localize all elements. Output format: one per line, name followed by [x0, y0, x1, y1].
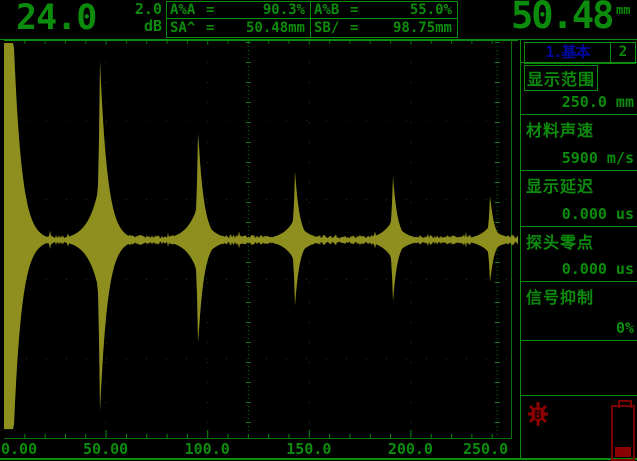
- measurement-label: A%B: [314, 2, 350, 18]
- battery-body: [611, 405, 635, 461]
- x-axis-labels: 0.00 50.00 100.0 150.0 200.0 250.0: [0, 440, 520, 457]
- gain-unit: dB: [114, 18, 162, 35]
- svg-text:B: B: [534, 408, 541, 422]
- gain-step: 2.0: [114, 1, 162, 18]
- measurement-value: 98.75mm: [368, 20, 452, 36]
- measurement-value: 50.48mm: [224, 20, 305, 36]
- sidebar-item-label[interactable]: 显示范围: [524, 65, 598, 91]
- sidebar-item-1[interactable]: 材料声速 5900 m/s: [521, 114, 637, 170]
- x-tick-label: 100.0: [185, 440, 230, 458]
- measurement-equals: =: [350, 20, 368, 36]
- sidebar-item-label[interactable]: 材料声速: [524, 117, 596, 141]
- measurement-grid: A%A=90.3%A%B=55.0%SA^=50.48mmSB/=98.75mm: [166, 1, 458, 38]
- measurement-equals: =: [206, 20, 224, 36]
- sidebar-item-value: 0.000 us: [562, 260, 634, 278]
- sidebar-item-value: 0.000 us: [562, 205, 634, 223]
- primary-reading-unit: mm: [616, 3, 630, 17]
- x-tick-label: 50.00: [83, 440, 128, 458]
- gain-step-block: 2.0 dB: [114, 1, 162, 35]
- sidebar-item-2[interactable]: 显示延迟 0.000 us: [521, 170, 637, 226]
- status-cell: B: [521, 395, 637, 461]
- sidebar-item-label[interactable]: 显示延迟: [524, 173, 596, 197]
- sidebar-item-4[interactable]: 信号抑制 0%: [521, 281, 637, 340]
- sidebar-item-empty: [521, 340, 637, 395]
- measurement-label: SB/: [314, 20, 350, 36]
- x-tick-label: 150.0: [286, 440, 331, 458]
- ascan-plot: [4, 40, 518, 440]
- measurement-label: A%A: [170, 2, 206, 18]
- sidebar-item-3[interactable]: 探头零点 0.000 us: [521, 226, 637, 281]
- measurement-box-sa^: SA^=50.48mm: [167, 19, 311, 37]
- ascan-svg: [4, 40, 518, 440]
- measurement-value: 55.0%: [368, 2, 452, 18]
- menu-tab-label[interactable]: 1.基本: [525, 43, 610, 63]
- x-tick-label: 250.0: [463, 440, 508, 458]
- gain-value: 24.0: [16, 0, 96, 38]
- measurement-label: SA^: [170, 20, 206, 36]
- menu-sidebar: 1.基本 2 显示范围 250.0 mm 材料声速 5900 m/s 显示延迟 0.000…: [520, 40, 637, 458]
- measurement-box-sb/: SB/=98.75mm: [311, 19, 457, 37]
- battery-fill: [615, 447, 631, 457]
- measurement-box-a%b: A%B=55.0%: [311, 2, 457, 19]
- x-tick-label: 200.0: [388, 440, 433, 458]
- ut-device-screen: 24.0 2.0 dB A%A=90.3%A%B=55.0%SA^=50.48m…: [0, 0, 637, 461]
- gear-icon: B: [526, 401, 550, 427]
- x-tick-label: 0.00: [1, 440, 37, 458]
- sidebar-item-value: 250.0 mm: [562, 93, 634, 111]
- sidebar-item-label[interactable]: 信号抑制: [524, 284, 596, 308]
- menu-items: 显示范围250.0 mm材料声速5900 m/s显示延迟0.000 us探头零点…: [521, 62, 637, 461]
- sidebar-item-value: 0%: [616, 319, 634, 337]
- primary-reading: 50.48: [511, 0, 612, 37]
- ascan-waveform: [4, 43, 518, 429]
- sidebar-item-value: 5900 m/s: [562, 149, 634, 167]
- sidebar-item-label[interactable]: 探头零点: [524, 229, 596, 253]
- sidebar-item-0[interactable]: 显示范围 250.0 mm: [521, 62, 637, 114]
- measurement-equals: =: [206, 2, 224, 18]
- battery-icon: [611, 400, 635, 461]
- menu-tab-page[interactable]: 2: [610, 43, 635, 63]
- measurement-box-a%a: A%A=90.3%: [167, 2, 311, 19]
- menu-tab[interactable]: 1.基本 2: [524, 42, 636, 64]
- measurement-equals: =: [350, 2, 368, 18]
- measurement-value: 90.3%: [224, 2, 305, 18]
